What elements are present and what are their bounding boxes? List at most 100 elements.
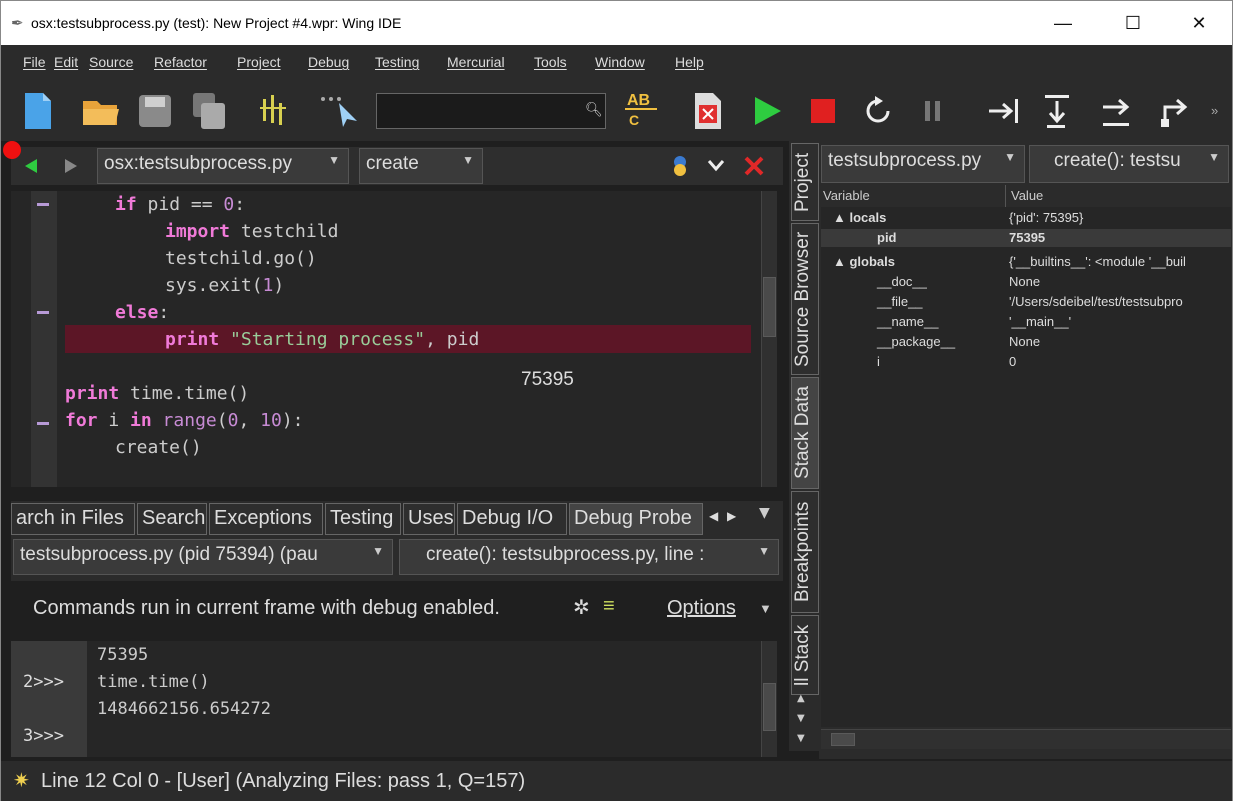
stop-icon[interactable] — [811, 99, 835, 123]
close-window-button[interactable]: ✕ — [1177, 9, 1221, 37]
forward-arrow-icon[interactable] — [63, 159, 77, 173]
menu-source[interactable]: Source — [89, 54, 133, 70]
menu-window[interactable]: Window — [595, 54, 645, 70]
stack-file-combo[interactable]: testsubprocess.py ▼ — [821, 145, 1025, 183]
menu-file[interactable]: File — [23, 54, 46, 70]
svg-text:AB: AB — [627, 92, 650, 109]
step-over-line-icon[interactable] — [987, 97, 1023, 125]
code-editor[interactable]: if pid == 0: import testchild testchild.… — [11, 191, 761, 487]
scrollbar-thumb[interactable] — [831, 733, 855, 746]
indent-tools-icon[interactable] — [259, 93, 295, 129]
variable-name: __file__ — [877, 294, 923, 309]
tab-menu-chevron-icon[interactable]: ▼ — [797, 733, 805, 744]
scroll-up-icon[interactable]: ▲ — [797, 693, 805, 704]
fold-marker-icon[interactable] — [37, 311, 49, 314]
variable-name: __package__ — [877, 334, 956, 349]
variable-row[interactable]: __doc__ None — [821, 273, 1231, 291]
tab-stack-data[interactable]: Stack Data — [791, 377, 819, 489]
menu-project[interactable]: Project — [237, 54, 281, 70]
tab-scroll-left-icon[interactable]: ◀ — [709, 509, 718, 523]
python-icon[interactable] — [671, 155, 689, 177]
tab-project[interactable]: Project — [791, 143, 819, 221]
tab-source-browser[interactable]: Source Browser — [791, 223, 819, 375]
list-add-icon[interactable]: ≡ — [603, 595, 615, 618]
column-variable[interactable]: Variable — [823, 188, 870, 203]
scrollbar-thumb[interactable] — [763, 683, 776, 731]
menu-mercurial[interactable]: Mercurial — [447, 54, 505, 70]
variable-name: __doc__ — [877, 274, 927, 289]
close-editor-icon[interactable] — [743, 155, 765, 177]
scrollbar-thumb[interactable] — [763, 277, 776, 337]
minimize-button[interactable]: — — [1041, 9, 1085, 37]
editor-scope-combo[interactable]: create ▼ — [359, 148, 483, 184]
options-chevron-icon[interactable] — [707, 159, 725, 173]
toolbar-overflow-icon[interactable]: » — [1211, 103, 1218, 118]
variable-row[interactable]: __package__ None — [821, 333, 1231, 351]
stack-table-header: Variable Value — [821, 185, 1231, 207]
fold-marker-icon[interactable] — [37, 422, 49, 425]
menu-edit[interactable]: Edit — [54, 54, 78, 70]
console-prompt: 3>>> — [23, 726, 64, 746]
tab-search-in-files[interactable]: arch in Files — [11, 503, 135, 535]
chevron-down-icon: ▼ — [1004, 150, 1016, 164]
pause-icon[interactable] — [923, 99, 943, 123]
tab-search[interactable]: Search — [137, 503, 207, 535]
tab-scroll-right-icon[interactable]: ▶ — [727, 509, 736, 523]
scroll-down-icon[interactable]: ▼ — [797, 713, 805, 724]
tab-call-stack[interactable]: ll Stack — [791, 615, 819, 695]
probe-process-combo[interactable]: testsubprocess.py (pid 75394) (pau ▼ — [13, 539, 393, 575]
tab-debug-io[interactable]: Debug I/O — [457, 503, 567, 535]
debug-bug-icon[interactable]: ✲ — [573, 595, 590, 620]
variable-row[interactable]: pid 75395 — [821, 229, 1231, 247]
fold-marker-icon[interactable] — [37, 203, 49, 206]
variable-value: 0 — [1009, 354, 1017, 369]
variable-row[interactable]: ▲ locals {'pid': 75395} — [821, 209, 1231, 227]
open-folder-icon[interactable] — [81, 93, 121, 129]
tab-testing[interactable]: Testing — [325, 503, 401, 535]
probe-frame-bar: testsubprocess.py (pid 75394) (pau ▼ crea… — [11, 537, 783, 581]
console-scrollbar[interactable] — [761, 641, 777, 757]
menu-testing[interactable]: Testing — [375, 54, 419, 70]
menu-debug[interactable]: Debug — [308, 54, 349, 70]
editor-scrollbar[interactable] — [761, 191, 777, 487]
new-file-icon[interactable] — [23, 93, 53, 129]
chevron-down-icon[interactable]: ▼ — [759, 601, 772, 616]
back-arrow-icon[interactable] — [25, 159, 39, 173]
step-into-icon[interactable] — [1043, 91, 1075, 129]
debug-run-icon[interactable] — [753, 95, 783, 127]
editor-file-combo[interactable]: osx:testsubprocess.py ▼ — [97, 148, 349, 184]
variable-row[interactable]: __name__ '__main__' — [821, 313, 1231, 331]
column-divider[interactable] — [1005, 185, 1006, 207]
variable-row[interactable]: __file__ '/Users/sdeibel/test/testsubpro — [821, 293, 1231, 311]
code-line: testchild.go() — [165, 248, 317, 269]
toolbar-search-input[interactable] — [376, 93, 606, 129]
breakpoint-marker[interactable] — [3, 141, 21, 159]
menu-refactor[interactable]: Refactor — [154, 54, 207, 70]
column-value[interactable]: Value — [1011, 188, 1043, 203]
tab-uses[interactable]: Uses — [403, 503, 455, 535]
save-all-icon[interactable] — [191, 93, 227, 129]
stack-horizontal-scrollbar[interactable] — [821, 729, 1231, 749]
tab-debug-probe[interactable]: Debug Probe — [569, 503, 703, 535]
tab-menu-chevron-icon[interactable]: ▼ — [759, 505, 770, 521]
select-pointer-icon[interactable] — [319, 93, 363, 129]
tab-breakpoints[interactable]: Breakpoints — [791, 491, 819, 613]
probe-console[interactable]: 75395 2>>> time.time() 1484662156.654272… — [11, 641, 761, 757]
spellcheck-icon[interactable]: AB C — [623, 89, 659, 129]
menu-tools[interactable]: Tools — [534, 54, 567, 70]
stack-frame-combo[interactable]: create(): testsu ▼ — [1029, 145, 1229, 183]
probe-frame-combo[interactable]: create(): testsubprocess.py, line : ▼ — [399, 539, 779, 575]
variable-row[interactable]: ▲ globals {'__builtins__': <module '__bui… — [821, 253, 1231, 271]
step-over-icon[interactable] — [1099, 93, 1135, 129]
menu-help[interactable]: Help — [675, 54, 704, 70]
search-icon[interactable]: 🔍︎ — [585, 102, 603, 118]
diff-icon[interactable] — [693, 93, 723, 129]
tab-exceptions[interactable]: Exceptions — [209, 503, 323, 535]
code-line: sys.exit(1) — [165, 275, 285, 296]
restart-icon[interactable] — [863, 95, 893, 127]
variable-row[interactable]: i0 — [821, 353, 1231, 371]
save-icon[interactable] — [137, 93, 173, 129]
probe-options-menu[interactable]: Options — [667, 597, 736, 620]
maximize-button[interactable]: ☐ — [1111, 9, 1155, 37]
step-out-icon[interactable] — [1157, 93, 1191, 129]
